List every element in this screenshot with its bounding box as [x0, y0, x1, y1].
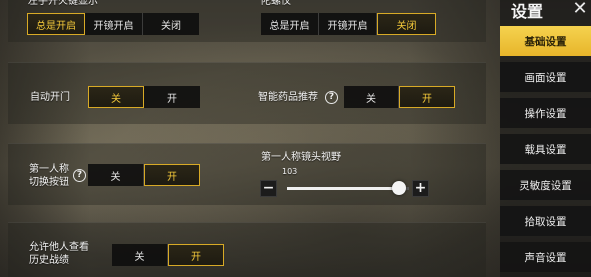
- history-option-on[interactable]: 开: [168, 244, 224, 266]
- history-label-line1: 允许他人查看: [29, 242, 89, 253]
- smart-meds-option-on[interactable]: 开: [399, 86, 455, 108]
- sidebar-item-graphics[interactable]: 画面设置: [500, 62, 591, 92]
- fpp-button-label-line1: 第一人称: [29, 164, 69, 175]
- history-toggle: 关 开: [112, 244, 224, 266]
- fpp-button-toggle: 关 开: [88, 164, 200, 186]
- left-fire-button-label: 左手开火键显示: [28, 0, 98, 7]
- fov-slider-track[interactable]: [287, 187, 409, 190]
- gyroscope-label: 陀螺仪: [261, 0, 291, 7]
- left-fire-option-always[interactable]: 总是开启: [27, 13, 85, 35]
- fov-plus-button[interactable]: +: [412, 180, 429, 197]
- history-label-line2: 历史战绩: [29, 255, 69, 266]
- smart-meds-help-icon[interactable]: ?: [325, 91, 338, 104]
- sidebar-item-controls[interactable]: 操作设置: [500, 98, 591, 128]
- fov-slider-fill: [287, 187, 400, 190]
- gyroscope-option-off[interactable]: 关闭: [377, 13, 436, 35]
- history-option-off[interactable]: 关: [112, 244, 168, 266]
- fov-minus-button[interactable]: −: [260, 180, 277, 197]
- sidebar-item-basic[interactable]: 基础设置: [500, 26, 591, 56]
- left-fire-option-scope[interactable]: 开镜开启: [85, 13, 143, 35]
- close-icon[interactable]: ✕: [571, 0, 589, 18]
- gyroscope-toggle: 总是开启 开镜开启 关闭: [261, 13, 436, 35]
- sidebar-item-vehicle[interactable]: 载具设置: [500, 134, 591, 164]
- smart-meds-option-off[interactable]: 关: [344, 86, 399, 108]
- smart-meds-label: 智能药品推荐: [258, 92, 318, 103]
- auto-door-toggle: 关 开: [88, 86, 200, 108]
- fpp-button-label-line2: 切换按钮: [29, 177, 69, 188]
- sidebar-item-sound[interactable]: 声音设置: [500, 242, 591, 272]
- sidebar-item-sensitivity[interactable]: 灵敏度设置: [500, 170, 591, 200]
- auto-door-option-off[interactable]: 关: [88, 86, 144, 108]
- gyroscope-option-scope[interactable]: 开镜开启: [319, 13, 377, 35]
- gyroscope-option-always[interactable]: 总是开启: [261, 13, 319, 35]
- auto-door-option-on[interactable]: 开: [144, 86, 200, 108]
- fpp-button-option-off[interactable]: 关: [88, 164, 144, 186]
- smart-meds-toggle: 关 开: [344, 86, 455, 108]
- fpp-button-option-on[interactable]: 开: [144, 164, 200, 186]
- sidebar-item-pickup[interactable]: 拾取设置: [500, 206, 591, 236]
- auto-door-label: 自动开门: [30, 92, 70, 103]
- fpp-button-help-icon[interactable]: ?: [73, 169, 86, 182]
- fpp-fov-value: 103: [282, 167, 298, 176]
- left-fire-button-toggle: 总是开启 开镜开启 关闭: [27, 13, 199, 35]
- left-fire-option-off[interactable]: 关闭: [143, 13, 199, 35]
- fpp-fov-label: 第一人称镜头视野: [261, 152, 341, 163]
- settings-title: 设置: [511, 2, 544, 21]
